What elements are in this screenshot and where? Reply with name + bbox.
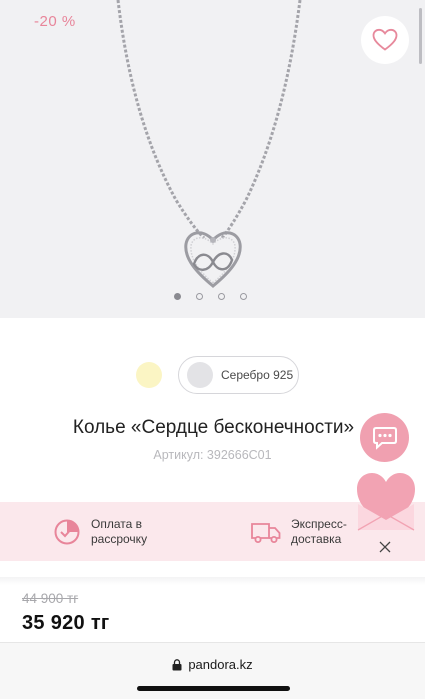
silver-color-circle [187,362,213,388]
lock-icon [172,658,182,670]
benefit-delivery-line1: Экспресс- [291,516,347,531]
benefit-delivery[interactable]: Экспресс- доставка [250,502,347,561]
browser-url-bar[interactable]: pandora.kz [0,642,425,699]
home-indicator[interactable] [137,686,290,691]
heart-envelope-icon [357,473,415,531]
discount-badge: -20 % [34,13,76,30]
benefit-installment-line1: Оплата в [91,516,142,531]
pagination-dot[interactable] [218,293,225,300]
delivery-truck-icon [251,522,281,543]
benefit-installment[interactable]: Оплата в рассрочку [52,502,147,561]
pagination-dot[interactable] [174,293,181,300]
url-display[interactable]: pandora.kz [0,657,425,672]
close-icon [379,541,391,553]
installment-icon [54,519,80,544]
benefit-installment-line2: рассрочку [91,531,148,546]
old-price: 44 900 тг [22,591,79,606]
silver-swatch-label: Серебро 925 [221,368,294,382]
scrollbar[interactable] [419,8,422,64]
gallery-pagination[interactable] [174,293,247,300]
url-text: pandora.kz [188,657,253,672]
heart-outline-icon [372,28,398,51]
favorite-button[interactable] [361,16,409,64]
pagination-dot[interactable] [240,293,247,300]
necklace-image [116,0,302,288]
promo-close-button[interactable] [376,538,394,556]
product-sku: Артикул: 392666C01 [153,448,272,462]
silver-swatch[interactable]: Серебро 925 [178,356,299,394]
pagination-dot[interactable] [196,293,203,300]
section-divider [0,577,425,585]
current-price: 35 920 тг [22,612,110,634]
chat-button[interactable] [360,413,409,462]
variant-selector: Серебро 925 [0,356,425,394]
benefit-delivery-line2: доставка [291,531,342,546]
product-gallery[interactable]: -20 % [0,0,425,318]
gold-swatch[interactable] [136,362,162,388]
promo-badge[interactable] [355,470,417,532]
chat-bubble-icon [372,426,397,450]
